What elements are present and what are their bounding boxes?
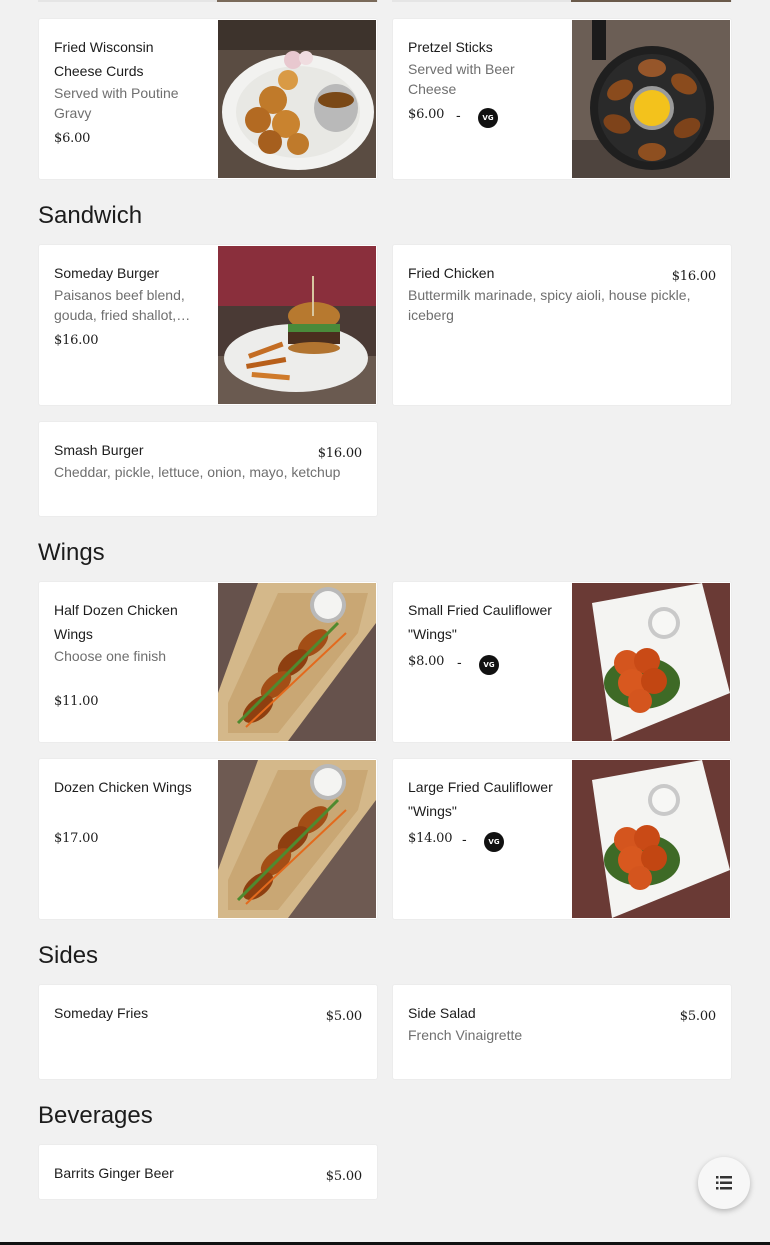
item-name: Half Dozen Chicken Wings xyxy=(54,602,178,642)
vegetarian-badge: VG xyxy=(484,832,504,852)
section-title-beverages: Beverages xyxy=(38,1102,153,1129)
menu-item-half-dozen-wings[interactable]: Half Dozen Chicken Wings Choose one fini… xyxy=(38,581,378,743)
section-title-wings: Wings xyxy=(38,539,105,566)
item-name: Fried Chicken xyxy=(408,265,495,281)
item-name: Pretzel Sticks xyxy=(408,39,493,55)
item-price: $11.00 xyxy=(54,694,99,709)
menu-item-fried-chicken[interactable]: Fried Chicken $16.00 Buttermilk marinade… xyxy=(392,244,732,406)
item-price: $16.00 xyxy=(671,269,716,284)
cauliflower-wings-photo xyxy=(572,760,730,918)
previous-photo-edge xyxy=(217,0,377,2)
item-name: Side Salad xyxy=(408,1005,476,1021)
separator: - xyxy=(462,831,467,847)
item-price: $16.00 xyxy=(54,333,99,348)
previous-photo-edge xyxy=(571,0,731,2)
menu-item-dozen-wings[interactable]: Dozen Chicken Wings $17.00 xyxy=(38,758,378,920)
menu-item-side-salad[interactable]: Side Salad $5.00 French Vinaigrette xyxy=(392,984,732,1080)
chicken-wings-photo xyxy=(218,583,376,741)
item-description: Cheddar, pickle, lettuce, onion, mayo, k… xyxy=(54,464,341,480)
vegetarian-badge: VG xyxy=(479,655,499,675)
someday-burger-photo xyxy=(218,246,376,404)
menu-item-small-cauliflower-wings[interactable]: Small Fried Cauliflower "Wings" $8.00 - … xyxy=(392,581,732,743)
item-description: Served with Beer Cheese xyxy=(408,61,515,97)
item-price: $17.00 xyxy=(54,831,99,846)
pretzel-sticks-photo xyxy=(572,20,730,178)
item-price: $16.00 xyxy=(317,446,362,461)
menu-item-pretzel-sticks[interactable]: Pretzel Sticks Served with Beer Cheese $… xyxy=(392,18,732,180)
menu-item-ginger-beer[interactable]: Barrits Ginger Beer $5.00 xyxy=(38,1144,378,1200)
separator: - xyxy=(457,654,462,670)
item-price: $6.00 xyxy=(54,131,91,146)
item-name: Fried Wisconsin Cheese Curds xyxy=(54,39,154,79)
separator: - xyxy=(456,107,461,123)
menu-item-cheese-curds[interactable]: Fried Wisconsin Cheese Curds Served with… xyxy=(38,18,378,180)
item-name: Large Fried Cauliflower "Wings" xyxy=(408,779,553,819)
item-description: Buttermilk marinade, spicy aioli, house … xyxy=(408,287,691,323)
cauliflower-wings-photo xyxy=(572,583,730,741)
menu-item-someday-fries[interactable]: Someday Fries $5.00 xyxy=(38,984,378,1080)
section-title-sandwich: Sandwich xyxy=(38,202,143,229)
item-description: Served with Poutine Gravy xyxy=(54,85,179,121)
menu-item-large-cauliflower-wings[interactable]: Large Fried Cauliflower "Wings" $14.00 -… xyxy=(392,758,732,920)
item-name: Dozen Chicken Wings xyxy=(54,779,192,795)
chicken-wings-photo xyxy=(218,760,376,918)
item-name: Someday Fries xyxy=(54,1005,149,1021)
item-name: Barrits Ginger Beer xyxy=(54,1165,174,1181)
section-title-sides: Sides xyxy=(38,942,99,969)
item-price: $14.00 xyxy=(408,831,453,846)
menu-item-smash-burger[interactable]: Smash Burger $16.00 Cheddar, pickle, let… xyxy=(38,421,378,517)
item-description: French Vinaigrette xyxy=(408,1027,523,1043)
item-description: Paisanos beef blend, gouda, fried shallo… xyxy=(54,287,191,323)
item-name: Smash Burger xyxy=(54,442,144,458)
item-price: $5.00 xyxy=(325,1169,362,1184)
item-price: $5.00 xyxy=(679,1009,716,1024)
item-price: $5.00 xyxy=(325,1009,362,1024)
item-name: Someday Burger xyxy=(54,265,160,281)
item-price: $6.00 xyxy=(408,107,445,122)
category-menu-button[interactable] xyxy=(698,1157,750,1209)
item-name: Small Fried Cauliflower "Wings" xyxy=(408,602,552,642)
vegetarian-badge: VG xyxy=(478,108,498,128)
item-price: $8.00 xyxy=(408,654,445,669)
list-menu-icon xyxy=(716,1176,732,1190)
item-description: Choose one finish xyxy=(54,648,167,664)
cheese-curds-photo xyxy=(218,20,376,178)
menu-item-someday-burger[interactable]: Someday Burger Paisanos beef blend, goud… xyxy=(38,244,378,406)
